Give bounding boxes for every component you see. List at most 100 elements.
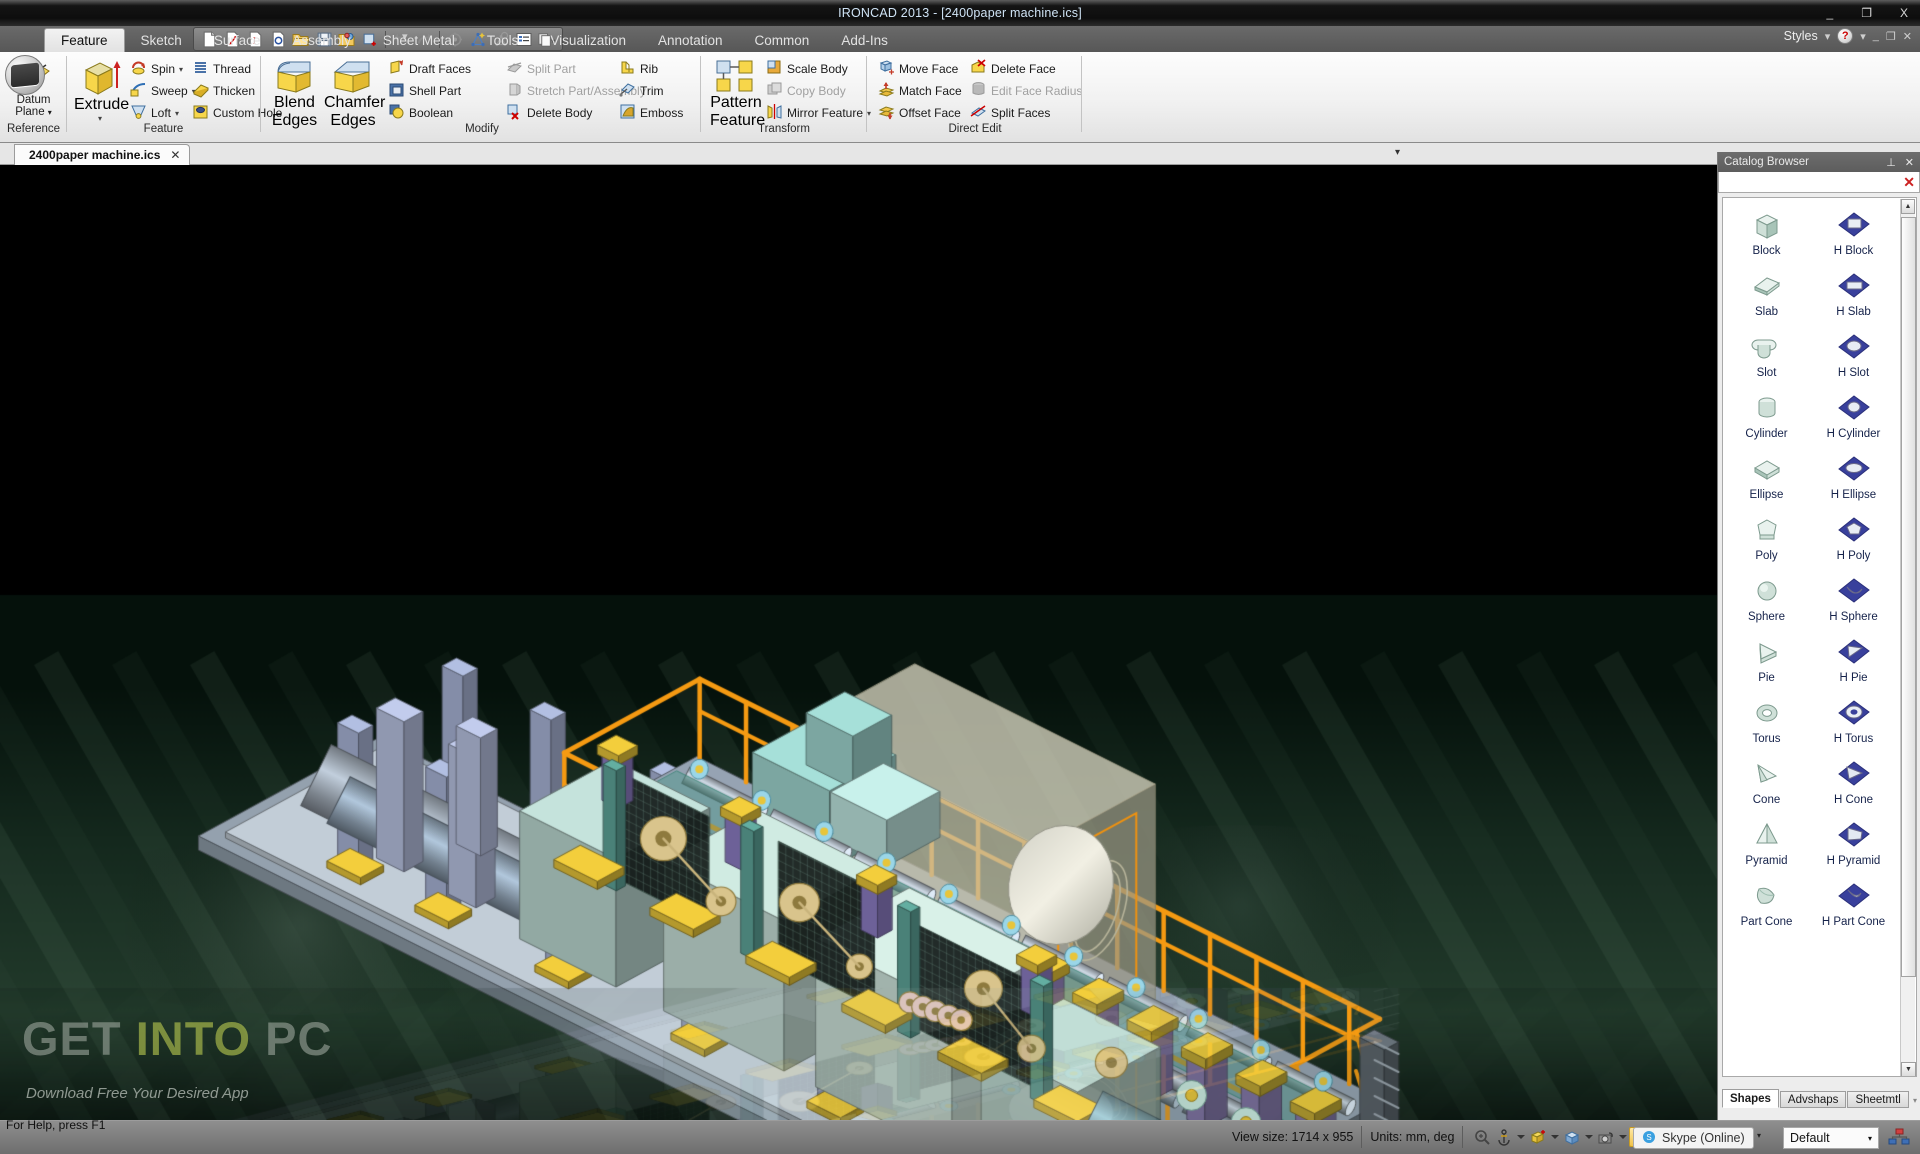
- close-icon[interactable]: ✕: [170, 148, 180, 162]
- tab-sheet-metal[interactable]: Sheet Metal: [367, 28, 471, 52]
- tab-feature[interactable]: Feature: [44, 28, 125, 52]
- catalog-item-h-slot[interactable]: H Slot: [1810, 320, 1897, 381]
- catalog-tab-shapes[interactable]: Shapes: [1722, 1089, 1779, 1108]
- catalog-item-h-ellipse[interactable]: H Ellipse: [1810, 442, 1897, 503]
- camera-icon[interactable]: [1595, 1127, 1617, 1147]
- tab-surface[interactable]: Surface: [198, 28, 277, 52]
- catalog-item-h-cone[interactable]: H Cone: [1810, 747, 1897, 808]
- catalog-item-slot[interactable]: Slot: [1723, 320, 1810, 381]
- close-icon[interactable]: ✕: [1905, 156, 1914, 169]
- skype-status-button[interactable]: S Skype (Online): [1633, 1127, 1754, 1149]
- window-maximize-button[interactable]: ❐: [1861, 6, 1872, 20]
- catalog-close-icon[interactable]: ✕: [1903, 175, 1915, 189]
- catalog-item-h-pie[interactable]: H Pie: [1810, 625, 1897, 686]
- scale-body-button[interactable]: Scale Body: [766, 58, 871, 80]
- scene-style-select[interactable]: Default ▾: [1783, 1127, 1879, 1149]
- skype-chevron-down-icon[interactable]: ▾: [1757, 1131, 1761, 1140]
- catalog-item-sphere[interactable]: Sphere: [1723, 564, 1810, 625]
- extrude-chevron-down-icon[interactable]: ▾: [74, 114, 126, 123]
- catalog-item-h-part-cone[interactable]: H Part Cone: [1810, 869, 1897, 930]
- delete-face-button[interactable]: Delete Face: [970, 58, 1082, 80]
- catalog-item-cone[interactable]: Cone: [1723, 747, 1810, 808]
- emboss-button[interactable]: Emboss: [619, 102, 683, 124]
- styles-chevron-down-icon[interactable]: ▾: [1825, 30, 1831, 43]
- edit-face-radius-button[interactable]: Edit Face Radius: [970, 80, 1082, 102]
- spin-chevron-down-icon[interactable]: ▾: [179, 65, 183, 74]
- spin-button[interactable]: Spin ▾: [130, 58, 196, 80]
- rib-button[interactable]: Rib: [619, 58, 683, 80]
- tab-assembly[interactable]: Assembly: [276, 28, 367, 52]
- shell-part-button[interactable]: Shell Part: [388, 80, 471, 102]
- catalog-item-poly[interactable]: Poly: [1723, 503, 1810, 564]
- tab-common[interactable]: Common: [739, 28, 826, 52]
- render-mode-icon[interactable]: [1527, 1127, 1549, 1147]
- tab-visualization[interactable]: Visualization: [534, 28, 642, 52]
- catalog-item-list[interactable]: Block H Block Slab H Slab Slot H Slot Cylinder…: [1722, 197, 1917, 1077]
- pin-icon[interactable]: ⊥: [1886, 156, 1896, 169]
- anchor-chevron-down-icon[interactable]: [1515, 1127, 1527, 1147]
- tab-add-ins[interactable]: Add-Ins: [825, 28, 904, 52]
- offset-face-button[interactable]: Offset Face: [878, 102, 962, 124]
- doc-minimize-button[interactable]: _: [1873, 30, 1879, 42]
- scrollbar-thumb[interactable]: [1901, 217, 1916, 977]
- scroll-down-button[interactable]: ▼: [1901, 1062, 1916, 1076]
- catalog-item-torus[interactable]: Torus: [1723, 686, 1810, 747]
- copy-body-button[interactable]: Copy Body: [766, 80, 871, 102]
- pattern-feature-button[interactable]: Pattern Feature: [710, 58, 765, 130]
- ribbon-options-chevron-down-icon[interactable]: ▾: [1860, 30, 1866, 43]
- catalog-item-part-cone[interactable]: Part Cone: [1723, 869, 1810, 930]
- zoom-icon[interactable]: [1471, 1127, 1493, 1147]
- blend-edges-button[interactable]: Blend Edges: [268, 58, 321, 130]
- split-faces-button[interactable]: Split Faces: [970, 102, 1082, 124]
- catalog-item-slab[interactable]: Slab: [1723, 259, 1810, 320]
- window-minimize-button[interactable]: _: [1827, 6, 1834, 20]
- catalog-item-pyramid[interactable]: Pyramid: [1723, 808, 1810, 869]
- 3d-scene-canvas[interactable]: [0, 165, 1717, 1120]
- catalog-item-h-torus[interactable]: H Torus: [1810, 686, 1897, 747]
- match-face-button[interactable]: Match Face: [878, 80, 962, 102]
- document-tab[interactable]: 2400paper machine.ics ✕: [14, 144, 191, 165]
- move-face-button[interactable]: Move Face: [878, 58, 962, 80]
- application-menu-button[interactable]: [5, 55, 45, 95]
- styles-label[interactable]: Styles: [1784, 29, 1818, 43]
- chamfer-edges-button[interactable]: Chamfer Edges: [324, 58, 385, 130]
- catalog-item-h-block[interactable]: H Block: [1810, 198, 1897, 259]
- catalog-tab-sheetmtl[interactable]: Sheetmtl: [1847, 1091, 1909, 1108]
- catalog-item-pie[interactable]: Pie: [1723, 625, 1810, 686]
- chevron-down-icon[interactable]: ▾: [1868, 1134, 1872, 1143]
- doc-restore-button[interactable]: ❐: [1886, 30, 1896, 43]
- catalog-item-block[interactable]: Block: [1723, 198, 1810, 259]
- catalog-tab-advshaps[interactable]: Advshaps: [1779, 1091, 1847, 1108]
- doc-close-button[interactable]: ✕: [1903, 30, 1912, 43]
- window-close-button[interactable]: X: [1900, 6, 1908, 20]
- shaded-cube-icon[interactable]: [1561, 1127, 1583, 1147]
- document-tab-chevron-down-icon[interactable]: ▾: [1395, 147, 1400, 158]
- render-chevron-down-icon[interactable]: [1549, 1127, 1561, 1147]
- shaded-cube-chevron-down-icon[interactable]: [1583, 1127, 1595, 1147]
- trim-button[interactable]: Trim: [619, 80, 683, 102]
- draft-faces-button[interactable]: Draft Faces: [388, 58, 471, 80]
- help-icon[interactable]: ?: [1837, 28, 1854, 44]
- loft-chevron-down-icon[interactable]: ▾: [175, 109, 179, 118]
- catalog-scrollbar[interactable]: ▲ ▼: [1900, 199, 1916, 1076]
- mirror-feature-button[interactable]: Mirror Feature ▾: [766, 102, 871, 124]
- sweep-button[interactable]: Sweep ▾: [130, 80, 196, 102]
- network-icon[interactable]: [1888, 1127, 1910, 1152]
- catalog-item-h-sphere[interactable]: H Sphere: [1810, 564, 1897, 625]
- catalog-item-h-slab[interactable]: H Slab: [1810, 259, 1897, 320]
- boolean-button[interactable]: Boolean: [388, 102, 471, 124]
- extrude-button[interactable]: Extrude ▾: [74, 58, 129, 123]
- tab-annotation[interactable]: Annotation: [642, 28, 739, 52]
- catalog-item-h-pyramid[interactable]: H Pyramid: [1810, 808, 1897, 869]
- tab-tools[interactable]: Tools: [471, 28, 535, 52]
- catalog-tab-overflow-icon[interactable]: ▾: [1913, 1096, 1917, 1108]
- anchor-icon[interactable]: [1493, 1127, 1515, 1147]
- camera-chevron-down-icon[interactable]: [1617, 1127, 1629, 1147]
- scroll-up-button[interactable]: ▲: [1901, 199, 1915, 214]
- loft-button[interactable]: Loft ▾: [130, 102, 196, 124]
- catalog-item-cylinder[interactable]: Cylinder: [1723, 381, 1810, 442]
- catalog-item-ellipse[interactable]: Ellipse: [1723, 442, 1810, 503]
- 3d-viewport[interactable]: GET INTO PC Download Free Your Desired A…: [0, 165, 1717, 1120]
- tab-sketch[interactable]: Sketch: [125, 28, 198, 52]
- catalog-item-h-cylinder[interactable]: H Cylinder: [1810, 381, 1897, 442]
